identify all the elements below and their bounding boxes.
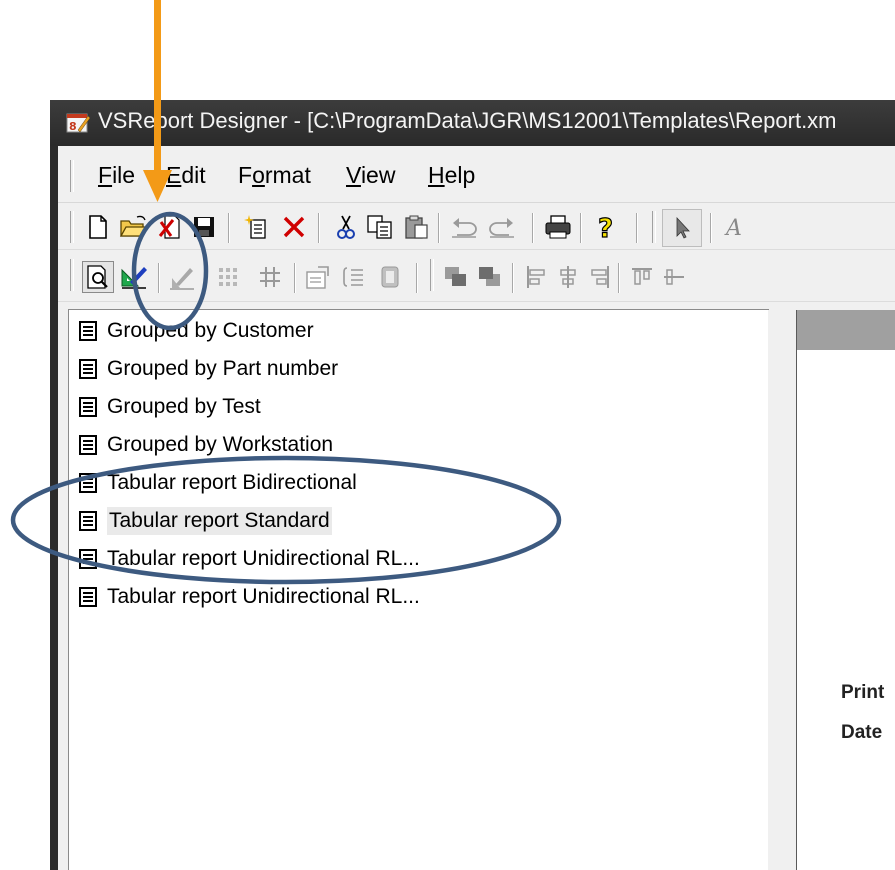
- window-title: VSReport Designer - [C:\ProgramData\JGR\…: [98, 108, 837, 133]
- app-window: 8 VSReport Designer - [C:\ProgramData\JG…: [50, 100, 895, 870]
- report-preview-pane: Print Date: [796, 310, 895, 870]
- report-list-item[interactable]: Grouped by Test: [79, 390, 261, 424]
- preview-date-label: Date: [841, 722, 883, 743]
- toolbar-grip[interactable]: [70, 211, 74, 243]
- toolbar-separator: [416, 263, 418, 293]
- help-icon[interactable]: ?: [590, 211, 622, 243]
- toolbar-separator: [618, 263, 620, 293]
- app-icon: 8: [66, 113, 90, 133]
- report-name: Grouped by Customer: [107, 319, 314, 342]
- new-field-icon[interactable]: [240, 211, 272, 243]
- report-icon: [79, 473, 97, 493]
- save-icon[interactable]: [188, 211, 220, 243]
- undo-icon[interactable]: [448, 211, 480, 243]
- svg-text:8: 8: [69, 120, 77, 133]
- cut-icon[interactable]: [330, 211, 362, 243]
- report-list-item[interactable]: Tabular report Unidirectional RL...: [79, 542, 420, 576]
- design-icon[interactable]: [118, 261, 150, 293]
- align-top-icon[interactable]: [626, 261, 658, 293]
- report-icon: [79, 587, 97, 607]
- report-name: Tabular report Unidirectional RL...: [107, 547, 420, 570]
- preview-header-bar: [797, 310, 895, 350]
- toolbar-separator: [228, 213, 230, 243]
- copy-icon[interactable]: [364, 211, 396, 243]
- menu-bar: File Edit Format View Help: [58, 146, 895, 203]
- report-list-item[interactable]: Grouped by Workstation: [79, 428, 333, 462]
- pane-splitter[interactable]: [768, 310, 796, 870]
- properties-icon[interactable]: [302, 261, 334, 293]
- report-icon: [79, 359, 97, 379]
- group-icon[interactable]: [374, 261, 406, 293]
- report-icon: [79, 397, 97, 417]
- report-name: Tabular report Bidirectional: [107, 471, 357, 494]
- paste-icon[interactable]: [400, 211, 432, 243]
- toolbar-separator: [294, 263, 296, 293]
- open-folder-icon[interactable]: [118, 211, 150, 243]
- title-bar[interactable]: 8 VSReport Designer - [C:\ProgramData\JG…: [50, 100, 895, 146]
- preview-icon[interactable]: [82, 261, 114, 293]
- label-icon[interactable]: A: [718, 211, 750, 243]
- toolbar-separator: [204, 263, 206, 293]
- toolbar-separator: [438, 213, 440, 243]
- align-middle-icon[interactable]: [658, 261, 690, 293]
- svg-text:?: ?: [598, 214, 613, 241]
- toolbar-grip[interactable]: [652, 211, 656, 243]
- bring-front-icon[interactable]: [440, 261, 472, 293]
- report-icon: [79, 321, 97, 341]
- menu-grip[interactable]: [70, 160, 74, 192]
- toolbar-separator: [532, 213, 534, 243]
- report-name: Grouped by Workstation: [107, 433, 334, 456]
- menu-edit[interactable]: Edit: [166, 162, 206, 189]
- report-icon: [79, 435, 97, 455]
- toolbar-grip[interactable]: [70, 259, 74, 291]
- report-list[interactable]: Grouped by Customer Grouped by Part numbe…: [68, 309, 769, 870]
- sorting-icon[interactable]: [338, 261, 370, 293]
- menu-view[interactable]: View: [346, 162, 395, 189]
- design-toolbar: [58, 251, 895, 302]
- preview-print-label: Print: [841, 682, 885, 703]
- report-icon: [79, 549, 97, 569]
- menu-format[interactable]: Format: [238, 162, 311, 189]
- client-area: File Edit Format View Help ? A Grouped b…: [58, 146, 895, 870]
- new-icon[interactable]: [82, 211, 114, 243]
- toolbar-separator: [318, 213, 320, 243]
- toolbar-grip[interactable]: [430, 259, 434, 291]
- standard-toolbar: ? A: [58, 203, 895, 250]
- toolbar-separator: [158, 263, 160, 293]
- svg-text:A: A: [724, 216, 742, 240]
- redo-icon[interactable]: [486, 211, 518, 243]
- toolbar-separator: [512, 263, 514, 293]
- delete-x-icon[interactable]: [278, 211, 310, 243]
- report-list-item[interactable]: Grouped by Part number: [79, 352, 338, 386]
- report-list-item[interactable]: Tabular report Bidirectional: [79, 466, 357, 500]
- send-back-icon[interactable]: [474, 261, 506, 293]
- grid-icon[interactable]: [212, 261, 244, 293]
- delete-report-icon[interactable]: [154, 211, 186, 243]
- toolbar-separator: [710, 213, 712, 243]
- report-list-item[interactable]: Grouped by Customer: [79, 314, 314, 348]
- report-name: Tabular report Standard: [107, 507, 332, 535]
- report-icon: [79, 511, 97, 531]
- report-list-item[interactable]: Tabular report Unidirectional RL...: [79, 580, 420, 614]
- align-left-icon[interactable]: [520, 261, 552, 293]
- format-icon[interactable]: [166, 261, 198, 293]
- pointer-icon[interactable]: [662, 209, 702, 247]
- report-name: Grouped by Test: [107, 395, 261, 418]
- print-icon[interactable]: [542, 211, 574, 243]
- menu-file[interactable]: File: [98, 162, 135, 189]
- report-name: Grouped by Part number: [107, 357, 339, 380]
- align-right-icon[interactable]: [584, 261, 616, 293]
- toolbar-separator: [580, 213, 582, 243]
- toolbar-separator: [636, 213, 638, 243]
- align-center-icon[interactable]: [552, 261, 584, 293]
- report-name: Tabular report Unidirectional RL...: [107, 585, 420, 608]
- report-list-item[interactable]: Tabular report Standard: [79, 504, 332, 538]
- menu-help[interactable]: Help: [428, 162, 475, 189]
- snap-grid-icon[interactable]: [254, 261, 286, 293]
